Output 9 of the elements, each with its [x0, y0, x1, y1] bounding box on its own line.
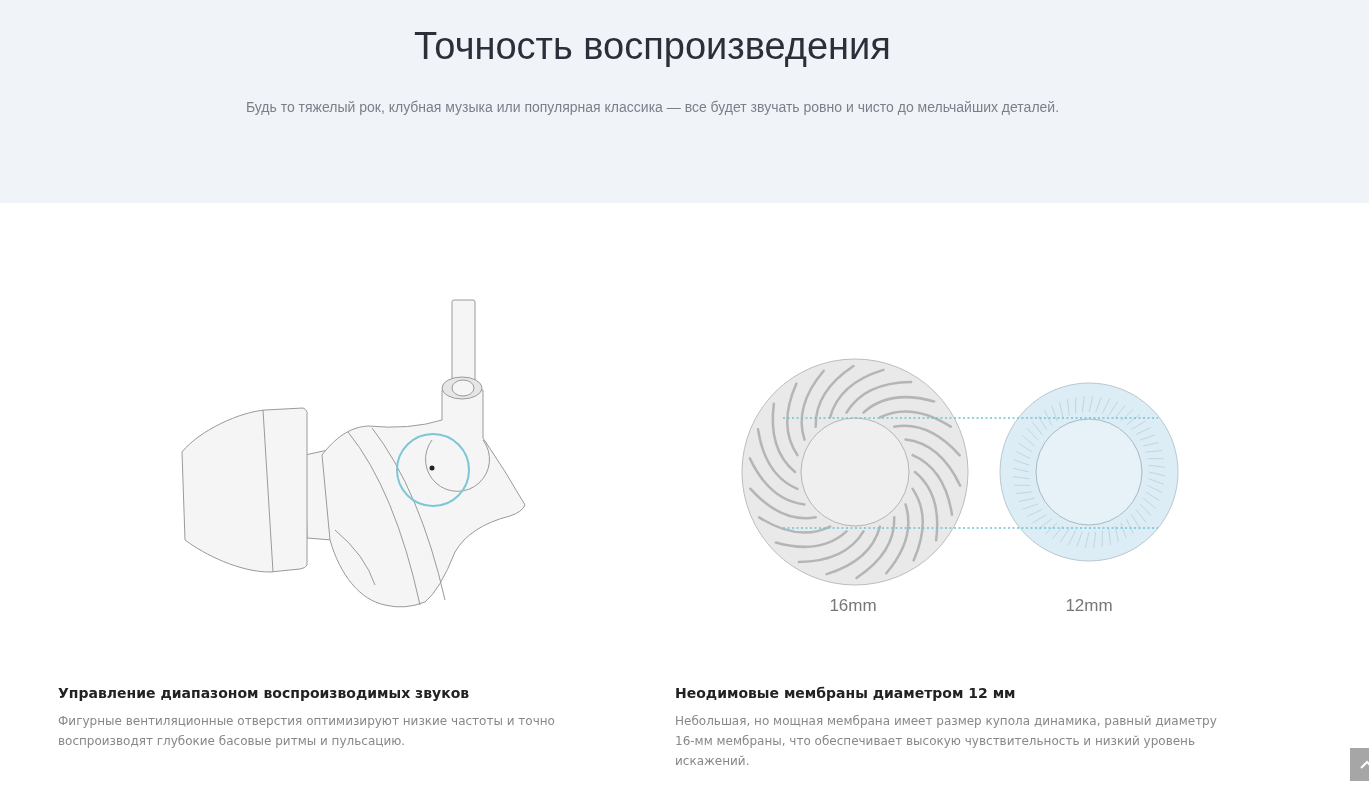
feature-description: Фигурные вентиляционные отверстия оптимизируют низкие частоты и точно воспроизводят глубокие басовые ритмы и пульсацию. — [58, 713, 556, 750]
feature-description: Небольшая, но мощная мембрана имеет размер купола динамика, равный диаметру 16-мм мембраны, что обеспечивает высокую чувствительность и низкий уровень искажений. — [675, 713, 1218, 770]
size-label: 16mm — [828, 596, 878, 616]
feature-title: Неодимовые мембраны диаметром 12 мм — [675, 685, 1017, 701]
section-subtitle: Будь то тяжелый рок, клубная музыка или популярная классика — все будет звучать ровно и чисто до мельчайших деталей. — [244, 99, 1061, 115]
size-label: 12mm — [1064, 596, 1114, 616]
section-title: Точность воспроизведения — [413, 24, 892, 69]
feature-title: Управление диапазоном воспроизводимых звуков — [58, 685, 471, 701]
chevron-up-icon — [1359, 760, 1369, 769]
